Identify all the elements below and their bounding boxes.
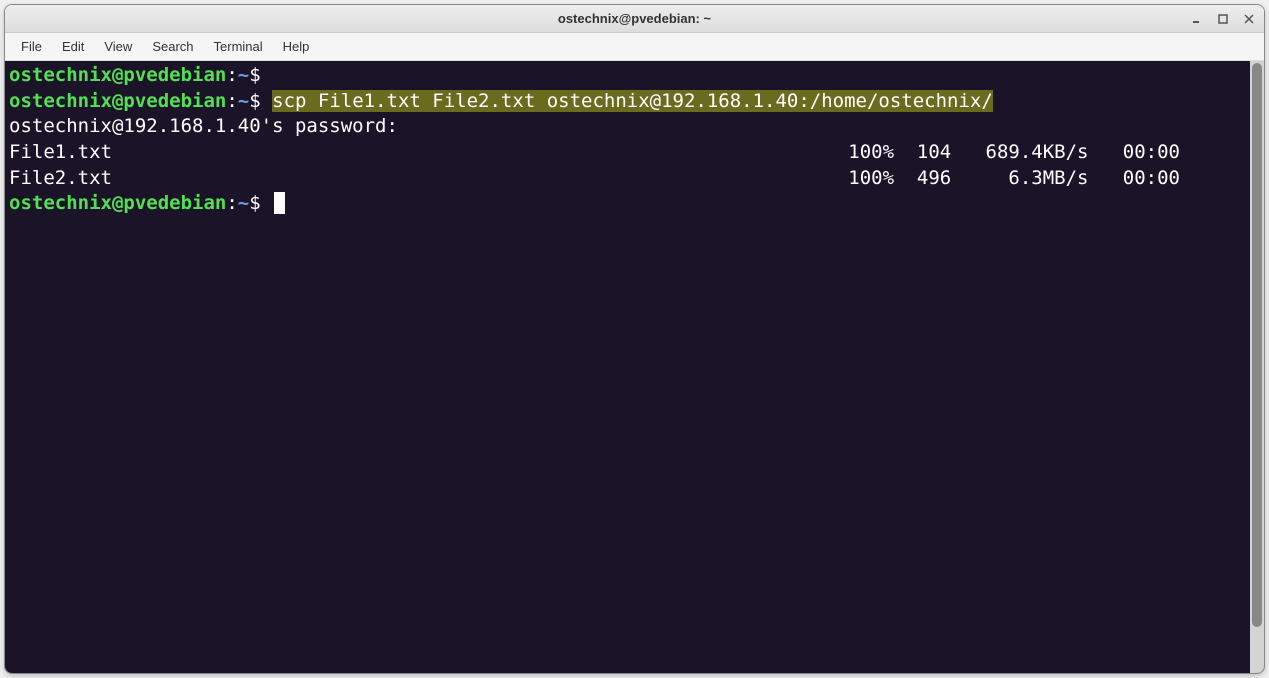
prompt-symbol: $ <box>249 90 260 112</box>
line-prompt-3: ostechnix@pvedebian:~$ <box>9 191 1260 217</box>
menu-view[interactable]: View <box>94 35 142 58</box>
minimize-button[interactable] <box>1190 12 1204 26</box>
file2-stats: 100% 496 6.3MB/s 00:00 <box>848 166 1260 192</box>
command-text: scp File1.txt File2.txt ostechnix@192.16… <box>272 90 993 112</box>
menu-search[interactable]: Search <box>142 35 203 58</box>
prompt-colon: : <box>226 90 237 112</box>
prompt-user: ostechnix@pvedebian <box>9 64 226 86</box>
scrollbar-thumb[interactable] <box>1252 63 1262 627</box>
file2-name: File2.txt <box>9 166 112 192</box>
maximize-button[interactable] <box>1216 12 1230 26</box>
prompt-colon: : <box>226 192 237 214</box>
prompt-path: ~ <box>238 192 249 214</box>
prompt-path: ~ <box>238 64 249 86</box>
line-command: ostechnix@pvedebian:~$ scp File1.txt Fil… <box>9 89 1260 115</box>
window-controls <box>1190 12 1256 26</box>
prompt-colon: : <box>226 64 237 86</box>
prompt-user: ostechnix@pvedebian <box>9 192 226 214</box>
terminal-cursor <box>274 192 285 214</box>
file1-stats: 100% 104 689.4KB/s 00:00 <box>848 140 1260 166</box>
prompt-symbol: $ <box>249 192 260 214</box>
window-title: ostechnix@pvedebian: ~ <box>558 11 711 26</box>
menu-terminal[interactable]: Terminal <box>204 35 273 58</box>
prompt-path: ~ <box>238 90 249 112</box>
line-prompt-1: ostechnix@pvedebian:~$ <box>9 63 1260 89</box>
menu-edit[interactable]: Edit <box>52 35 94 58</box>
close-button[interactable] <box>1242 12 1256 26</box>
menubar: File Edit View Search Terminal Help <box>5 33 1264 61</box>
line-file2: File2.txt 100% 496 6.3MB/s 00:00 <box>9 166 1260 192</box>
minimize-icon <box>1192 14 1202 24</box>
line-password: ostechnix@192.168.1.40's password: <box>9 114 1260 140</box>
scrollbar[interactable] <box>1250 61 1264 673</box>
line-file1: File1.txt 100% 104 689.4KB/s 00:00 <box>9 140 1260 166</box>
menu-file[interactable]: File <box>11 35 52 58</box>
titlebar[interactable]: ostechnix@pvedebian: ~ <box>5 5 1264 33</box>
terminal-content[interactable]: ostechnix@pvedebian:~$ostechnix@pvedebia… <box>5 61 1264 673</box>
terminal-window: ostechnix@pvedebian: ~ File Edit View Se… <box>4 4 1265 674</box>
close-icon <box>1244 14 1254 24</box>
file1-name: File1.txt <box>9 140 112 166</box>
menu-help[interactable]: Help <box>273 35 320 58</box>
maximize-icon <box>1218 14 1228 24</box>
prompt-symbol: $ <box>249 64 260 86</box>
prompt-user: ostechnix@pvedebian <box>9 90 226 112</box>
